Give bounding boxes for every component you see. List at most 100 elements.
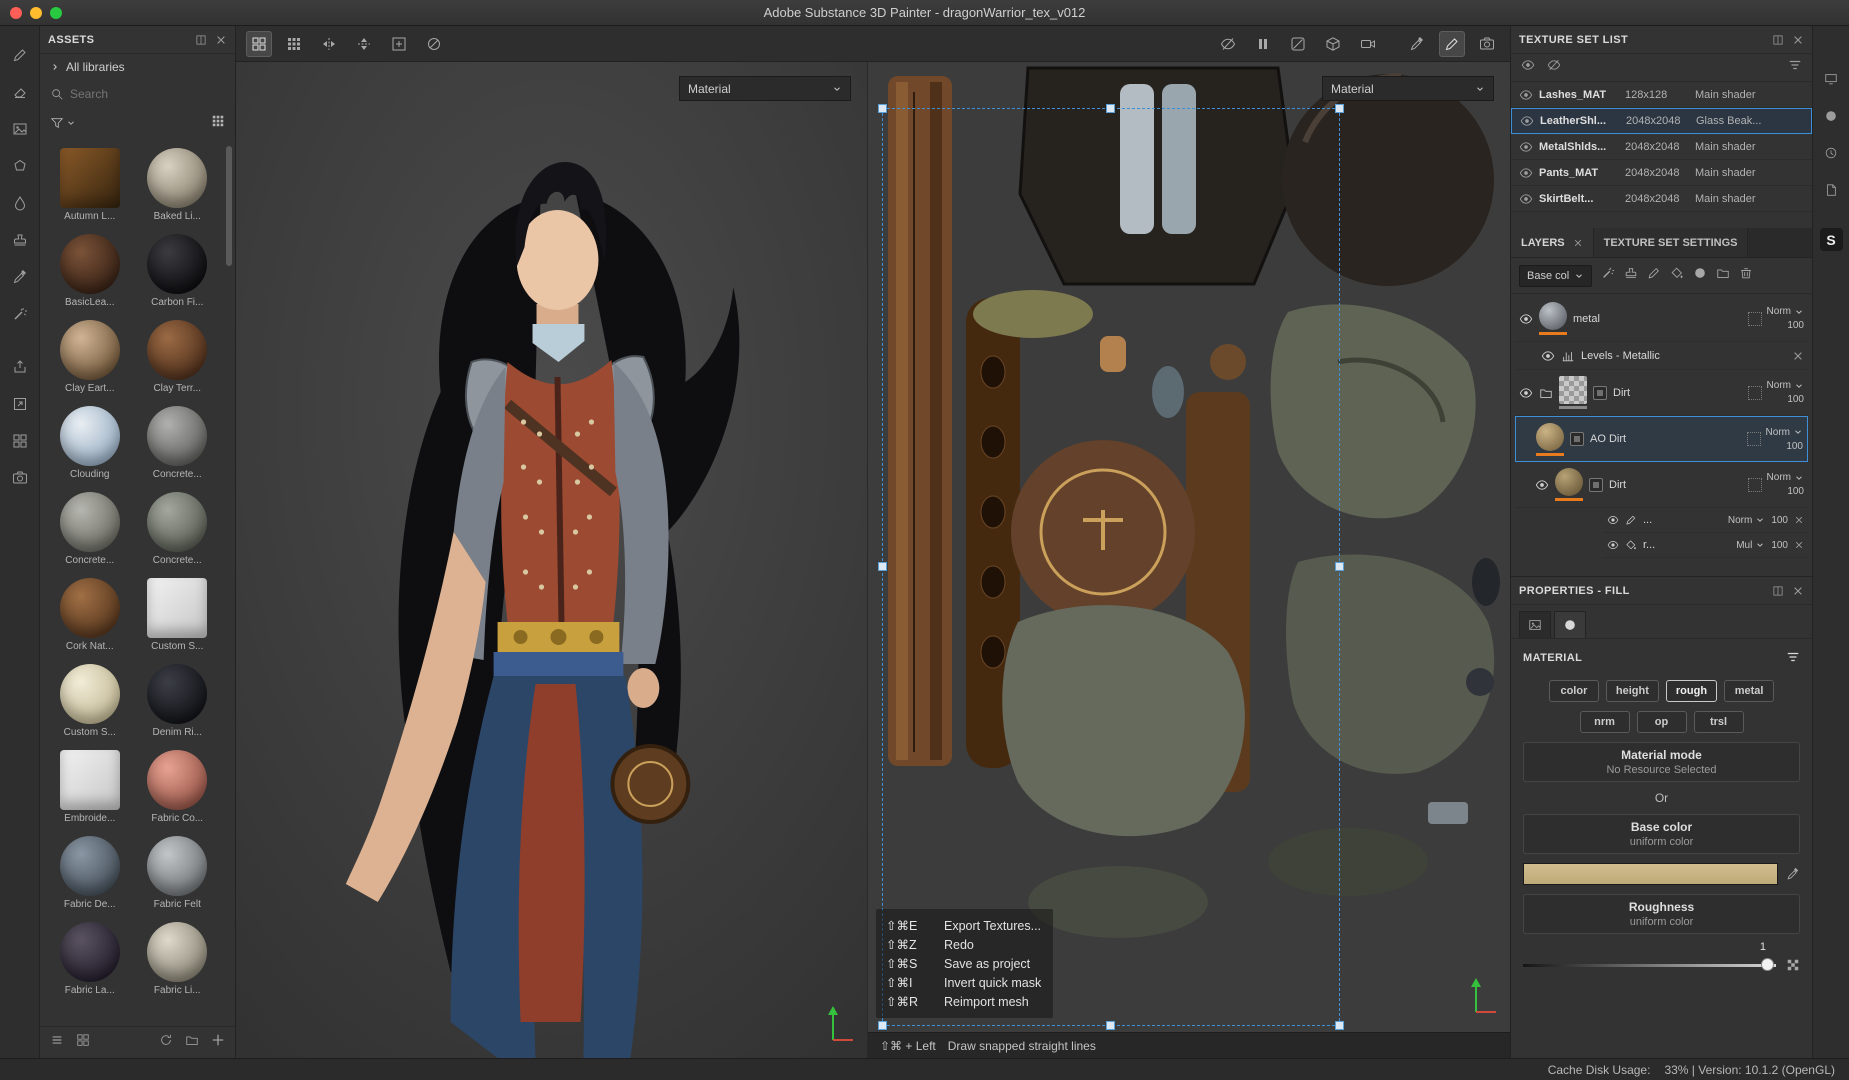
layers-list[interactable]: metal Norm 100 bbox=[1511, 294, 1812, 576]
slider-track[interactable] bbox=[1523, 964, 1776, 967]
add-folder-button[interactable] bbox=[1716, 266, 1730, 285]
layer-visibility-icon[interactable] bbox=[1535, 478, 1549, 492]
refresh-assets-button[interactable] bbox=[159, 1033, 173, 1052]
asset-item[interactable]: Concrete... bbox=[55, 492, 125, 566]
visibility-icon[interactable] bbox=[1519, 140, 1533, 154]
asset-item[interactable]: Clay Terr... bbox=[142, 320, 212, 394]
viewport-3d[interactable]: Material bbox=[236, 62, 868, 1058]
delete-layer-button[interactable] bbox=[1739, 266, 1753, 285]
texture-set-shader[interactable]: Main shader bbox=[1695, 193, 1804, 205]
asset-thumbnail[interactable] bbox=[147, 750, 207, 810]
marquee-handle[interactable] bbox=[1335, 562, 1344, 571]
asset-item[interactable]: Fabric Felt bbox=[142, 836, 212, 910]
texture-set-row[interactable]: SkirtBelt...2048x2048Main shader bbox=[1511, 186, 1812, 212]
layer-opacity-value[interactable]: 100 bbox=[1787, 320, 1804, 331]
brush-tool[interactable] bbox=[7, 42, 33, 68]
tab-texture-set-settings[interactable]: TEXTURE SET SETTINGS bbox=[1594, 228, 1749, 257]
display-settings-button[interactable] bbox=[1824, 72, 1838, 91]
close-panel-button[interactable] bbox=[215, 34, 227, 46]
channel-nrm-button[interactable]: nrm bbox=[1580, 711, 1630, 733]
asset-item[interactable]: Concrete... bbox=[142, 492, 212, 566]
asset-thumbnail[interactable] bbox=[60, 234, 120, 294]
texture-set-shader[interactable]: Main shader bbox=[1695, 167, 1804, 179]
asset-thumbnail[interactable] bbox=[147, 664, 207, 724]
texture-set-filter-button[interactable] bbox=[1788, 58, 1802, 77]
layer-mask-slot[interactable] bbox=[1747, 432, 1761, 446]
channel-metal-button[interactable]: metal bbox=[1724, 680, 1774, 702]
shading-mode-select-3d[interactable]: Material bbox=[679, 76, 851, 101]
blend-mode-select[interactable]: Norm bbox=[1767, 472, 1804, 483]
channel-height-button[interactable]: height bbox=[1606, 680, 1659, 702]
asset-item[interactable]: Carbon Fi... bbox=[142, 234, 212, 308]
add-fill-layer-button[interactable] bbox=[1670, 266, 1684, 285]
grid-view-button[interactable] bbox=[211, 114, 225, 133]
layer-row-selected[interactable]: AO Dirt Norm 100 bbox=[1515, 416, 1808, 462]
projection-tool[interactable] bbox=[7, 116, 33, 142]
shading-mode-select-2d[interactable]: Material bbox=[1322, 76, 1494, 101]
asset-item[interactable]: Fabric Li... bbox=[142, 922, 212, 996]
base-color-swatch[interactable] bbox=[1523, 863, 1778, 885]
layer-effect-row[interactable]: ... Norm 100 bbox=[1603, 508, 1808, 533]
effect-visibility-icon[interactable] bbox=[1607, 539, 1619, 551]
layer-opacity-value[interactable]: 100 bbox=[1787, 486, 1804, 497]
asset-thumbnail[interactable] bbox=[60, 406, 120, 466]
layer-visibility-icon[interactable] bbox=[1519, 312, 1533, 326]
asset-thumbnail[interactable] bbox=[147, 320, 207, 380]
paint-mode-button[interactable] bbox=[1439, 31, 1465, 57]
filter-button[interactable] bbox=[50, 116, 76, 130]
search-input[interactable] bbox=[70, 87, 225, 101]
list-view-button[interactable] bbox=[50, 1033, 64, 1052]
layer-thumbnail[interactable] bbox=[1555, 468, 1583, 496]
asset-thumbnail[interactable] bbox=[60, 320, 120, 380]
layer-row[interactable]: metal Norm 100 bbox=[1515, 296, 1808, 342]
texture-set-rows[interactable]: Lashes_MAT128x128Main shaderLeatherShl..… bbox=[1511, 82, 1812, 228]
selection-marquee[interactable] bbox=[882, 108, 1340, 1026]
clone-tool[interactable] bbox=[7, 227, 33, 253]
render-mode-button[interactable] bbox=[1285, 31, 1311, 57]
polygon-fill-tool[interactable] bbox=[7, 153, 33, 179]
asset-item[interactable]: BasicLea... bbox=[55, 234, 125, 308]
shader-settings-button[interactable] bbox=[1824, 109, 1838, 128]
library-selector[interactable]: All libraries bbox=[40, 54, 235, 80]
asset-thumbnail[interactable] bbox=[60, 836, 120, 896]
layer-opacity-value[interactable]: 100 bbox=[1771, 540, 1788, 551]
material-picker-tool[interactable] bbox=[7, 264, 33, 290]
asset-thumbnail[interactable] bbox=[60, 922, 120, 982]
blend-mode-select[interactable]: Norm bbox=[1766, 427, 1803, 438]
camera-view-button[interactable] bbox=[1355, 31, 1381, 57]
close-window-button[interactable] bbox=[10, 7, 22, 19]
visibility-icon[interactable] bbox=[1519, 192, 1533, 206]
asset-thumbnail[interactable] bbox=[147, 922, 207, 982]
layer-opacity-value[interactable]: 100 bbox=[1787, 394, 1804, 405]
symmetry-settings-button[interactable] bbox=[421, 31, 447, 57]
layer-row[interactable]: Dirt Norm 100 bbox=[1515, 370, 1808, 416]
remove-effect-button[interactable] bbox=[1792, 350, 1804, 362]
texture-set-row[interactable]: MetalShlds...2048x2048Main shader bbox=[1511, 134, 1812, 160]
tiling-button[interactable] bbox=[281, 31, 307, 57]
marquee-handle[interactable] bbox=[1335, 1021, 1344, 1030]
blend-mode-select[interactable]: Norm bbox=[1728, 515, 1765, 526]
symmetry-x-button[interactable] bbox=[316, 31, 342, 57]
roughness-mode-button[interactable]: Roughness uniform color bbox=[1523, 894, 1800, 934]
history-button[interactable] bbox=[1824, 146, 1838, 165]
dock-panel-button[interactable] bbox=[195, 34, 207, 46]
layer-effect-row[interactable]: r... Mul 100 bbox=[1603, 533, 1808, 558]
asset-thumbnail[interactable] bbox=[60, 664, 120, 724]
texture-pick-button[interactable] bbox=[1786, 958, 1800, 972]
add-mask-button[interactable] bbox=[1601, 266, 1615, 285]
layer-opacity-value[interactable]: 100 bbox=[1771, 515, 1788, 526]
symmetry-y-button[interactable] bbox=[351, 31, 377, 57]
screenshot-button[interactable] bbox=[1474, 31, 1500, 57]
asset-item[interactable]: Baked Li... bbox=[142, 148, 212, 222]
folder-icon[interactable] bbox=[1539, 386, 1553, 400]
details-view-button[interactable] bbox=[76, 1033, 90, 1052]
marquee-handle[interactable] bbox=[878, 104, 887, 113]
visibility-icon[interactable] bbox=[1519, 166, 1533, 180]
layer-row[interactable]: Dirt Norm 100 bbox=[1515, 462, 1808, 508]
asset-item[interactable]: Fabric Co... bbox=[142, 750, 212, 824]
asset-thumbnail[interactable] bbox=[60, 148, 120, 208]
quick-mask-tool[interactable] bbox=[7, 301, 33, 327]
asset-thumbnail[interactable] bbox=[147, 836, 207, 896]
layer-effect-row[interactable]: Levels - Metallic bbox=[1515, 342, 1808, 370]
asset-grid[interactable]: Autumn L...Baked Li...BasicLea...Carbon … bbox=[40, 138, 235, 1026]
